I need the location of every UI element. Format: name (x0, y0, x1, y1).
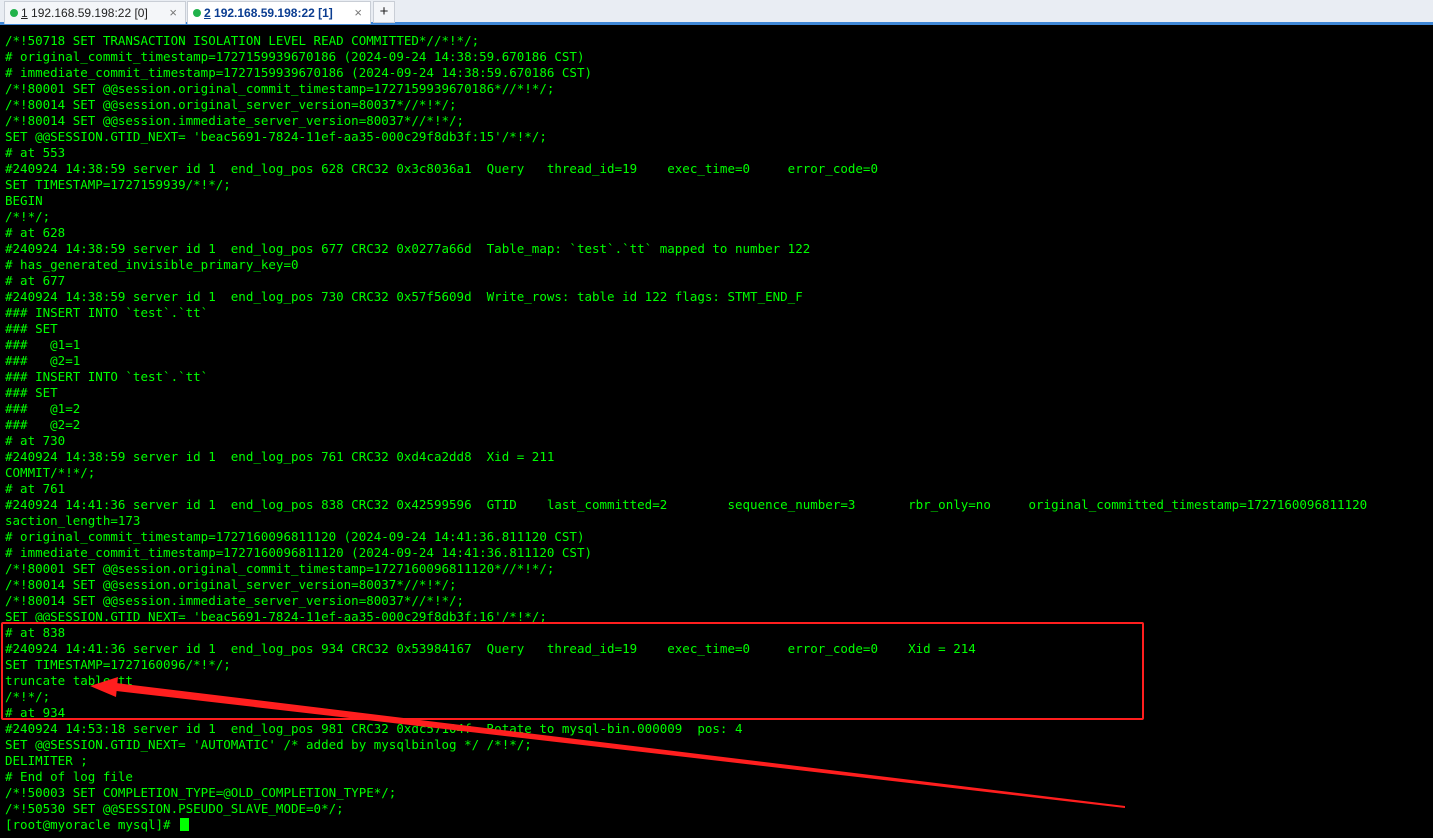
annotation-arrow-icon (90, 677, 1125, 808)
